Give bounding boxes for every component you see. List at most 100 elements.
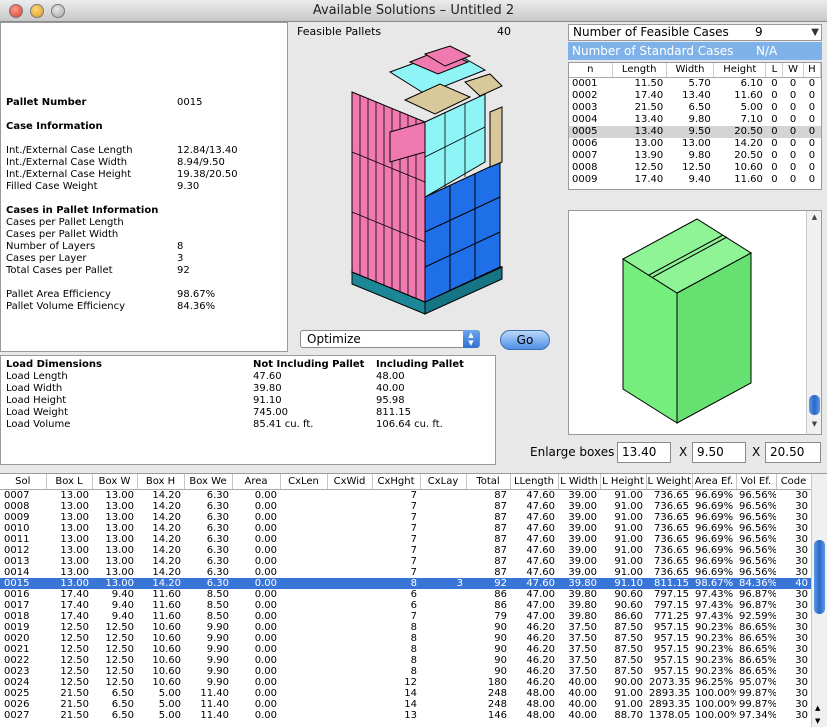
- feasible-cases-label: Number of Feasible Cases: [573, 25, 729, 39]
- solutions-column-header[interactable]: Vol Ef.: [736, 474, 777, 490]
- solutions-column-header[interactable]: CxHght: [372, 474, 421, 490]
- case-table-row[interactable]: 0005 13.40 9.50 20.50 0 0 0: [569, 125, 821, 138]
- solutions-column-header[interactable]: CxLay: [420, 474, 467, 490]
- solution-row[interactable]: 0014 13.00 13.00 14.20 6.30 0.00 7 87 47.60 39.00…: [0, 567, 811, 578]
- feasible-cases-field[interactable]: Number of Feasible Cases 9 ▼: [568, 24, 822, 41]
- enlarge-length-input[interactable]: 13.40: [617, 442, 671, 463]
- case-table-cell: 0: [782, 125, 804, 138]
- solution-cell: [327, 644, 372, 655]
- solutions-column-header[interactable]: Sol: [0, 474, 47, 490]
- solutions-column-header[interactable]: Box H: [137, 474, 185, 490]
- solution-row[interactable]: 0018 17.40 9.40 11.60 8.50 0.00 7 79 47.00 39.80 8…: [0, 611, 811, 622]
- case-table-header[interactable]: Height: [713, 63, 767, 78]
- solution-row[interactable]: 0013 13.00 13.00 14.20 6.30 0.00 7 87 47.60 39.00…: [0, 556, 811, 567]
- case-view-scrollbar[interactable]: ▲ ▼: [806, 211, 821, 434]
- solution-cell: 96.25%: [695, 676, 734, 688]
- solution-cell: 0.00: [254, 709, 277, 721]
- solution-row[interactable]: 0016 17.40 9.40 11.60 8.50 0.00 6 86 47.00 39.80 9…: [0, 589, 811, 600]
- solutions-scroll-thumb[interactable]: [814, 540, 825, 614]
- scroll-down-icon[interactable]: ▼: [807, 420, 822, 432]
- case-table-row[interactable]: 0001 11.50 5.70 6.10 0 0 0: [569, 77, 821, 90]
- solutions-column-header[interactable]: Area Ef.: [692, 474, 737, 490]
- case-table-header[interactable]: W: [782, 63, 804, 78]
- solution-row[interactable]: 0026 21.50 6.50 5.00 11.40 0.00 14 248 48.00 40.0…: [0, 699, 811, 710]
- solution-row[interactable]: 0017 17.40 9.40 11.60 8.50 0.00 6 86 47.00 39.80 9…: [0, 600, 811, 611]
- solution-cell: 30: [795, 632, 808, 644]
- case-table-row[interactable]: 0006 13.00 13.00 14.20 0 0 0: [569, 138, 821, 150]
- solutions-scrollbar[interactable]: ▲ ▼: [811, 474, 827, 727]
- case-table-header[interactable]: L: [765, 63, 784, 78]
- solutions-column-header[interactable]: Area: [232, 474, 281, 490]
- solution-cell: 40.00: [568, 709, 597, 721]
- solution-row[interactable]: 0022 12.50 12.50 10.60 9.90 0.00 8 90 46.20 37.50…: [0, 655, 811, 666]
- solution-row[interactable]: 0007 13.00 13.00 14.20 6.30 0.00 7 87 47.60 39.00…: [0, 489, 811, 501]
- go-button[interactable]: Go: [500, 330, 550, 350]
- solution-cell: 6.30: [184, 577, 232, 589]
- solutions-column-header[interactable]: L Width: [558, 474, 601, 490]
- case-table-row[interactable]: 0002 17.40 13.40 11.60 0 0 0: [569, 90, 821, 102]
- solution-row[interactable]: 0012 13.00 13.00 14.20 6.30 0.00 7 87 47.60 39.00…: [0, 545, 811, 556]
- case-table-header[interactable]: H: [803, 63, 822, 78]
- info-label: Int./External Case Height: [6, 169, 132, 180]
- solution-cell: 39.80: [568, 588, 597, 600]
- solution-cell: [280, 523, 327, 534]
- scroll-up-icon[interactable]: ▲: [807, 213, 822, 225]
- scroll-up-icon[interactable]: ▲: [815, 704, 820, 712]
- case-table-header[interactable]: n: [569, 63, 613, 78]
- solutions-column-header[interactable]: L Height: [600, 474, 647, 490]
- solution-cell: 0.00: [254, 500, 277, 512]
- solutions-column-header[interactable]: CxWid: [327, 474, 373, 490]
- solutions-column-header[interactable]: Box W: [92, 474, 138, 490]
- scroll-thumb[interactable]: [809, 395, 820, 415]
- solution-cell: 90.23%: [695, 665, 734, 677]
- case-table-cell: 0: [808, 113, 816, 125]
- standard-cases-field[interactable]: Number of Standard Cases N/A: [568, 42, 822, 60]
- solution-row[interactable]: 0008 13.00 13.00 14.20 6.30 0.00 7 87 47.60 39.00…: [0, 501, 811, 512]
- solution-row[interactable]: 0009 13.00 13.00 14.20 6.30 0.00 7 87 47.60 39.00…: [0, 512, 811, 523]
- solutions-column-header[interactable]: Total: [466, 474, 511, 490]
- solution-row[interactable]: 0019 12.50 12.50 10.60 9.90 0.00 8 90 46.20 37.50…: [0, 622, 811, 633]
- case-table-cell: 11.60: [734, 173, 763, 185]
- solution-row[interactable]: 0020 12.50 12.50 10.60 9.90 0.00 8 90 46.20 37.50…: [0, 633, 811, 644]
- solution-row[interactable]: 0015 13.00 13.00 14.20 6.30 0.00 8 3 92 47.60 39.8…: [0, 577, 811, 589]
- case-table-header[interactable]: Length: [612, 63, 667, 78]
- solution-cell: 0.00: [254, 687, 277, 699]
- case-table-cell: 0: [789, 77, 797, 89]
- scroll-down-icon[interactable]: ▼: [815, 717, 820, 725]
- solution-cell: 87: [494, 489, 507, 501]
- case-table-header[interactable]: Width: [666, 63, 715, 78]
- case-table-row[interactable]: 0009 17.40 9.40 11.60 0 0 0: [569, 174, 821, 186]
- solutions-column-header[interactable]: Box We: [184, 474, 233, 490]
- info-value: 12.84/13.40: [177, 145, 238, 156]
- case-table-cell: 6.10: [740, 77, 763, 89]
- solution-row[interactable]: 0021 12.50 12.50 10.60 9.90 0.00 8 90 46.20 37.50…: [0, 644, 811, 655]
- solution-row[interactable]: 0027 21.50 6.50 5.00 11.40 0.00 13 146 48.00 40.0…: [0, 710, 811, 721]
- solution-row[interactable]: 0025 21.50 6.50 5.00 11.40 0.00 14 248 48.00 40.0…: [0, 688, 811, 699]
- solutions-column-header[interactable]: LLength: [510, 474, 559, 490]
- solution-row[interactable]: 0011 13.00 13.00 14.20 6.30 0.00 7 87 47.60 39.00…: [0, 534, 811, 545]
- solution-row[interactable]: 0024 12.50 12.50 10.60 9.90 0.00 12 180 46.20 40.…: [0, 677, 811, 688]
- solution-row[interactable]: 0010 13.00 13.00 14.20 6.30 0.00 7 87 47.60 39.00…: [0, 523, 811, 534]
- solution-cell: 98.67%: [692, 577, 736, 589]
- solution-cell: 47.00: [526, 599, 555, 611]
- standard-cases-value: N/A: [756, 44, 778, 58]
- solutions-column-header[interactable]: Box L: [46, 474, 93, 490]
- solution-cell: 90.23%: [695, 643, 734, 655]
- solutions-column-header[interactable]: Code: [776, 474, 812, 490]
- case-table-row[interactable]: 0003 21.50 6.50 5.00 0 0 0: [569, 102, 821, 114]
- load-row: Load Volume 85.41 cu. ft. 106.64 cu. ft.: [6, 419, 443, 431]
- enlarge-width-input[interactable]: 9.50: [692, 442, 746, 463]
- solution-cell: 87: [494, 511, 507, 523]
- solution-cell: 47.60: [510, 577, 558, 589]
- solution-row[interactable]: 0023 12.50 12.50 10.60 9.90 0.00 8 90 46.20 37.50…: [0, 666, 811, 677]
- solutions-column-header[interactable]: CxLen: [280, 474, 328, 490]
- case-table-row[interactable]: 0004 13.40 9.80 7.10 0 0 0: [569, 114, 821, 126]
- solution-cell: 47.60: [526, 511, 555, 523]
- solutions-column-header[interactable]: L Weight: [646, 474, 693, 490]
- case-table-row[interactable]: 0008 12.50 12.50 10.60 0 0 0: [569, 162, 821, 174]
- dropdown-arrow-icon[interactable]: ▼: [811, 25, 819, 40]
- enlarge-height-input[interactable]: 20.50: [765, 442, 821, 463]
- solution-cell: 39.80: [568, 610, 597, 622]
- optimize-popup[interactable]: Optimize ▲ ▼: [300, 330, 480, 348]
- case-table-row[interactable]: 0007 13.90 9.80 20.50 0 0 0: [569, 150, 821, 162]
